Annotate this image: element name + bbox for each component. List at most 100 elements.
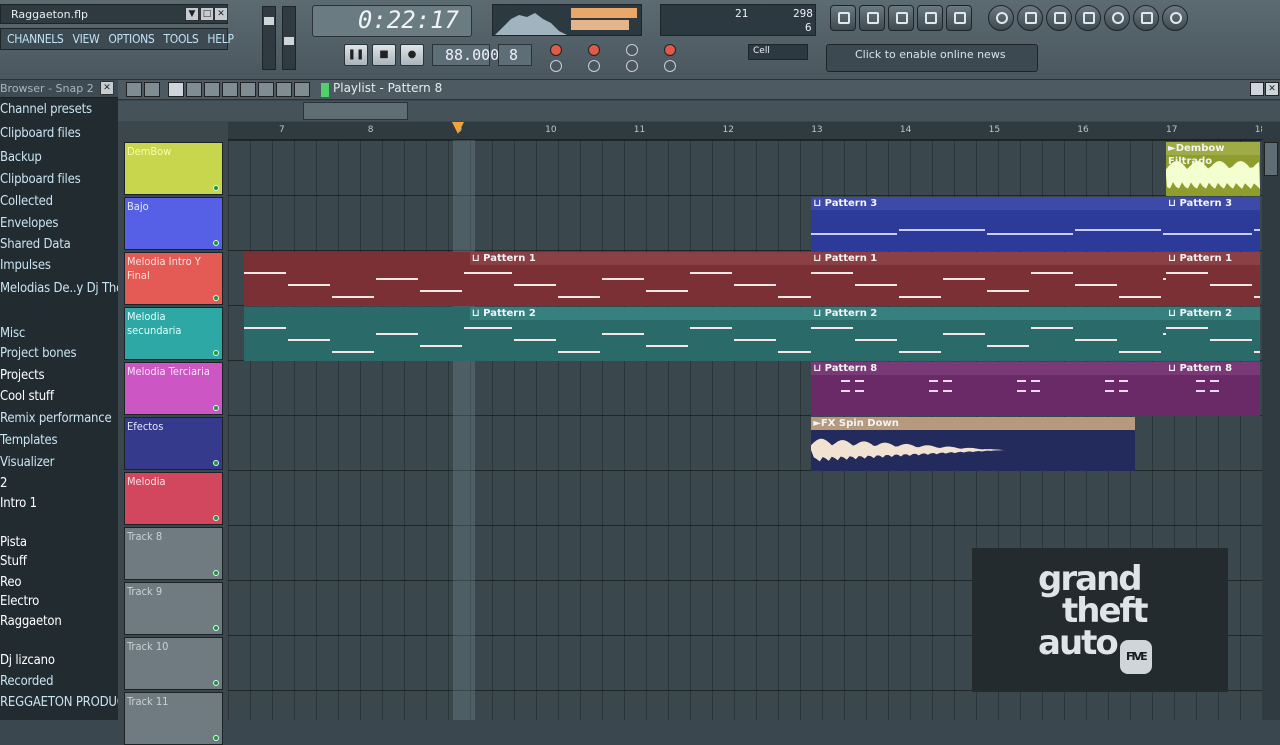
track-enable-icon[interactable] bbox=[213, 460, 219, 466]
help-icon[interactable] bbox=[1162, 5, 1188, 31]
browser-item[interactable]: Raggaeton bbox=[0, 614, 62, 635]
browser-item[interactable]: 2 bbox=[0, 476, 7, 497]
browser-item[interactable]: Reo bbox=[0, 575, 21, 596]
browser-item[interactable]: Shared Data bbox=[0, 237, 71, 258]
track-header[interactable]: Track 8 bbox=[124, 527, 223, 580]
typing-keyboard-icon[interactable] bbox=[664, 44, 676, 56]
playlist-close-icon[interactable]: ✕ bbox=[1265, 82, 1279, 96]
browser-item[interactable]: Envelopes bbox=[0, 216, 58, 237]
delete-tool-icon[interactable] bbox=[204, 82, 220, 97]
blend-icon[interactable] bbox=[626, 44, 638, 56]
zoom-tool-icon[interactable] bbox=[276, 82, 292, 97]
browser-item[interactable]: Cool stuff bbox=[0, 389, 54, 410]
metronome-icon[interactable] bbox=[550, 44, 562, 56]
horizontal-scroll-thumb[interactable] bbox=[303, 102, 408, 120]
minimize-icon[interactable]: ▼ bbox=[185, 7, 199, 21]
wait-icon[interactable] bbox=[550, 60, 562, 72]
pause-button[interactable]: ❚❚ bbox=[344, 44, 368, 66]
playlist-icon[interactable] bbox=[830, 5, 856, 31]
pattern-clip[interactable]: ⊔ Pattern 3 bbox=[811, 197, 1166, 251]
pattern-selector[interactable]: 8 bbox=[498, 44, 532, 66]
browser-item[interactable]: Stuff bbox=[0, 554, 27, 575]
paint-tool-icon[interactable] bbox=[186, 82, 202, 97]
pattern-clip[interactable]: ⊔ Pattern 2 bbox=[469, 307, 812, 361]
pattern-clip[interactable] bbox=[243, 307, 470, 361]
pattern-clip[interactable]: ⊔ Pattern 8 bbox=[811, 362, 1166, 416]
maximize-icon[interactable]: □ bbox=[200, 7, 214, 21]
track-enable-icon[interactable] bbox=[213, 735, 219, 741]
slice-tool-icon[interactable] bbox=[240, 82, 256, 97]
piano-roll-icon[interactable] bbox=[888, 5, 914, 31]
track-header[interactable]: Melodia Terciaria bbox=[124, 362, 223, 415]
track-enable-icon[interactable] bbox=[213, 625, 219, 631]
track-header[interactable]: Track 9 bbox=[124, 582, 223, 635]
step-sequencer-icon[interactable] bbox=[859, 5, 885, 31]
browser-icon[interactable] bbox=[917, 5, 943, 31]
select-tool-icon[interactable] bbox=[258, 82, 274, 97]
snap-selector[interactable]: Cell bbox=[748, 44, 808, 60]
tempo-display[interactable]: 88.000 bbox=[432, 44, 499, 66]
track-header[interactable]: Melodia Intro Y Final bbox=[124, 252, 223, 305]
browser-item[interactable]: Projects bbox=[0, 368, 45, 389]
draw-tool-icon[interactable] bbox=[168, 82, 184, 97]
timeline-ruler[interactable]: 789101112131415161718 bbox=[228, 122, 1266, 140]
playlist-menu-icon[interactable] bbox=[126, 82, 142, 97]
track-header[interactable]: DemBow bbox=[124, 142, 223, 195]
track-enable-icon[interactable] bbox=[213, 185, 219, 191]
menu-channels[interactable]: CHANNELS bbox=[7, 32, 64, 46]
browser-close-icon[interactable]: ✕ bbox=[100, 81, 114, 95]
browser-item[interactable]: Clipboard files bbox=[0, 126, 81, 147]
pattern-clip[interactable]: ⊔ Pattern 8 bbox=[1166, 362, 1260, 416]
save-icon[interactable] bbox=[1017, 5, 1043, 31]
pattern-clip[interactable]: ►Dembow Filtrado bbox=[1166, 142, 1260, 196]
track-enable-icon[interactable] bbox=[213, 295, 219, 301]
vertical-scrollbar[interactable] bbox=[1262, 122, 1280, 720]
pattern-clip[interactable]: ⊔ Pattern 2 bbox=[1166, 307, 1260, 361]
track-header[interactable]: Track 11 bbox=[124, 692, 223, 745]
export-icon[interactable] bbox=[1046, 5, 1072, 31]
vertical-scroll-thumb[interactable] bbox=[1264, 142, 1278, 176]
online-news-panel[interactable]: Click to enable online news bbox=[826, 44, 1038, 72]
playlist-scroll-bar[interactable] bbox=[118, 101, 1280, 121]
browser-item[interactable]: Collected bbox=[0, 194, 53, 215]
record-button[interactable]: ● bbox=[400, 44, 424, 66]
countdown-icon[interactable] bbox=[588, 44, 600, 56]
menu-options[interactable]: OPTIONS bbox=[108, 32, 154, 46]
document-icon[interactable] bbox=[1133, 5, 1159, 31]
track-enable-icon[interactable] bbox=[213, 570, 219, 576]
track-enable-icon[interactable] bbox=[213, 405, 219, 411]
browser-item[interactable]: Electro bbox=[0, 594, 39, 615]
track-header[interactable]: Efectos bbox=[124, 417, 223, 470]
track-header[interactable]: Bajo bbox=[124, 197, 223, 250]
pattern-clip[interactable]: ⊔ Pattern 1 bbox=[811, 252, 1166, 306]
magnet-icon[interactable] bbox=[144, 82, 160, 97]
menu-view[interactable]: VIEW bbox=[72, 32, 99, 46]
menu-tools[interactable]: TOOLS bbox=[163, 32, 198, 46]
pattern-clip[interactable]: ►FX Spin Down bbox=[811, 417, 1135, 471]
song-time-display[interactable]: 0:22:17 bbox=[312, 5, 472, 37]
master-pitch-slider[interactable] bbox=[282, 6, 296, 70]
master-volume-slider[interactable] bbox=[262, 6, 276, 70]
browser-item[interactable]: Intro 1 bbox=[0, 496, 37, 517]
browser-item[interactable]: Clipboard files bbox=[0, 172, 81, 193]
search-icon[interactable] bbox=[1104, 5, 1130, 31]
stop-button[interactable]: ■ bbox=[372, 44, 396, 66]
playback-tool-icon[interactable] bbox=[294, 82, 310, 97]
browser-item[interactable]: Impulses bbox=[0, 258, 51, 279]
pattern-clip[interactable]: ⊔ Pattern 2 bbox=[811, 307, 1166, 361]
mute-tool-icon[interactable] bbox=[222, 82, 238, 97]
loop-icon[interactable] bbox=[626, 60, 638, 72]
track-enable-icon[interactable] bbox=[213, 515, 219, 521]
record-mode-icon[interactable] bbox=[664, 60, 676, 72]
browser-item[interactable]: Templates bbox=[0, 433, 58, 454]
pattern-clip[interactable]: ⊔ Pattern 1 bbox=[469, 252, 812, 306]
mixer-icon[interactable] bbox=[946, 5, 972, 31]
browser-item[interactable]: Visualizer bbox=[0, 455, 54, 476]
browser-item[interactable]: Remix performance bbox=[0, 411, 112, 432]
playlist-detach-icon[interactable] bbox=[1250, 82, 1264, 96]
track-header[interactable]: Melodia secundaria bbox=[124, 307, 223, 360]
pattern-clip[interactable]: ⊔ Pattern 3 bbox=[1166, 197, 1260, 251]
pattern-clip[interactable]: ⊔ Pattern 1 bbox=[1166, 252, 1260, 306]
browser-item[interactable]: Recorded bbox=[0, 674, 54, 695]
browser-item[interactable]: Misc bbox=[0, 326, 25, 347]
